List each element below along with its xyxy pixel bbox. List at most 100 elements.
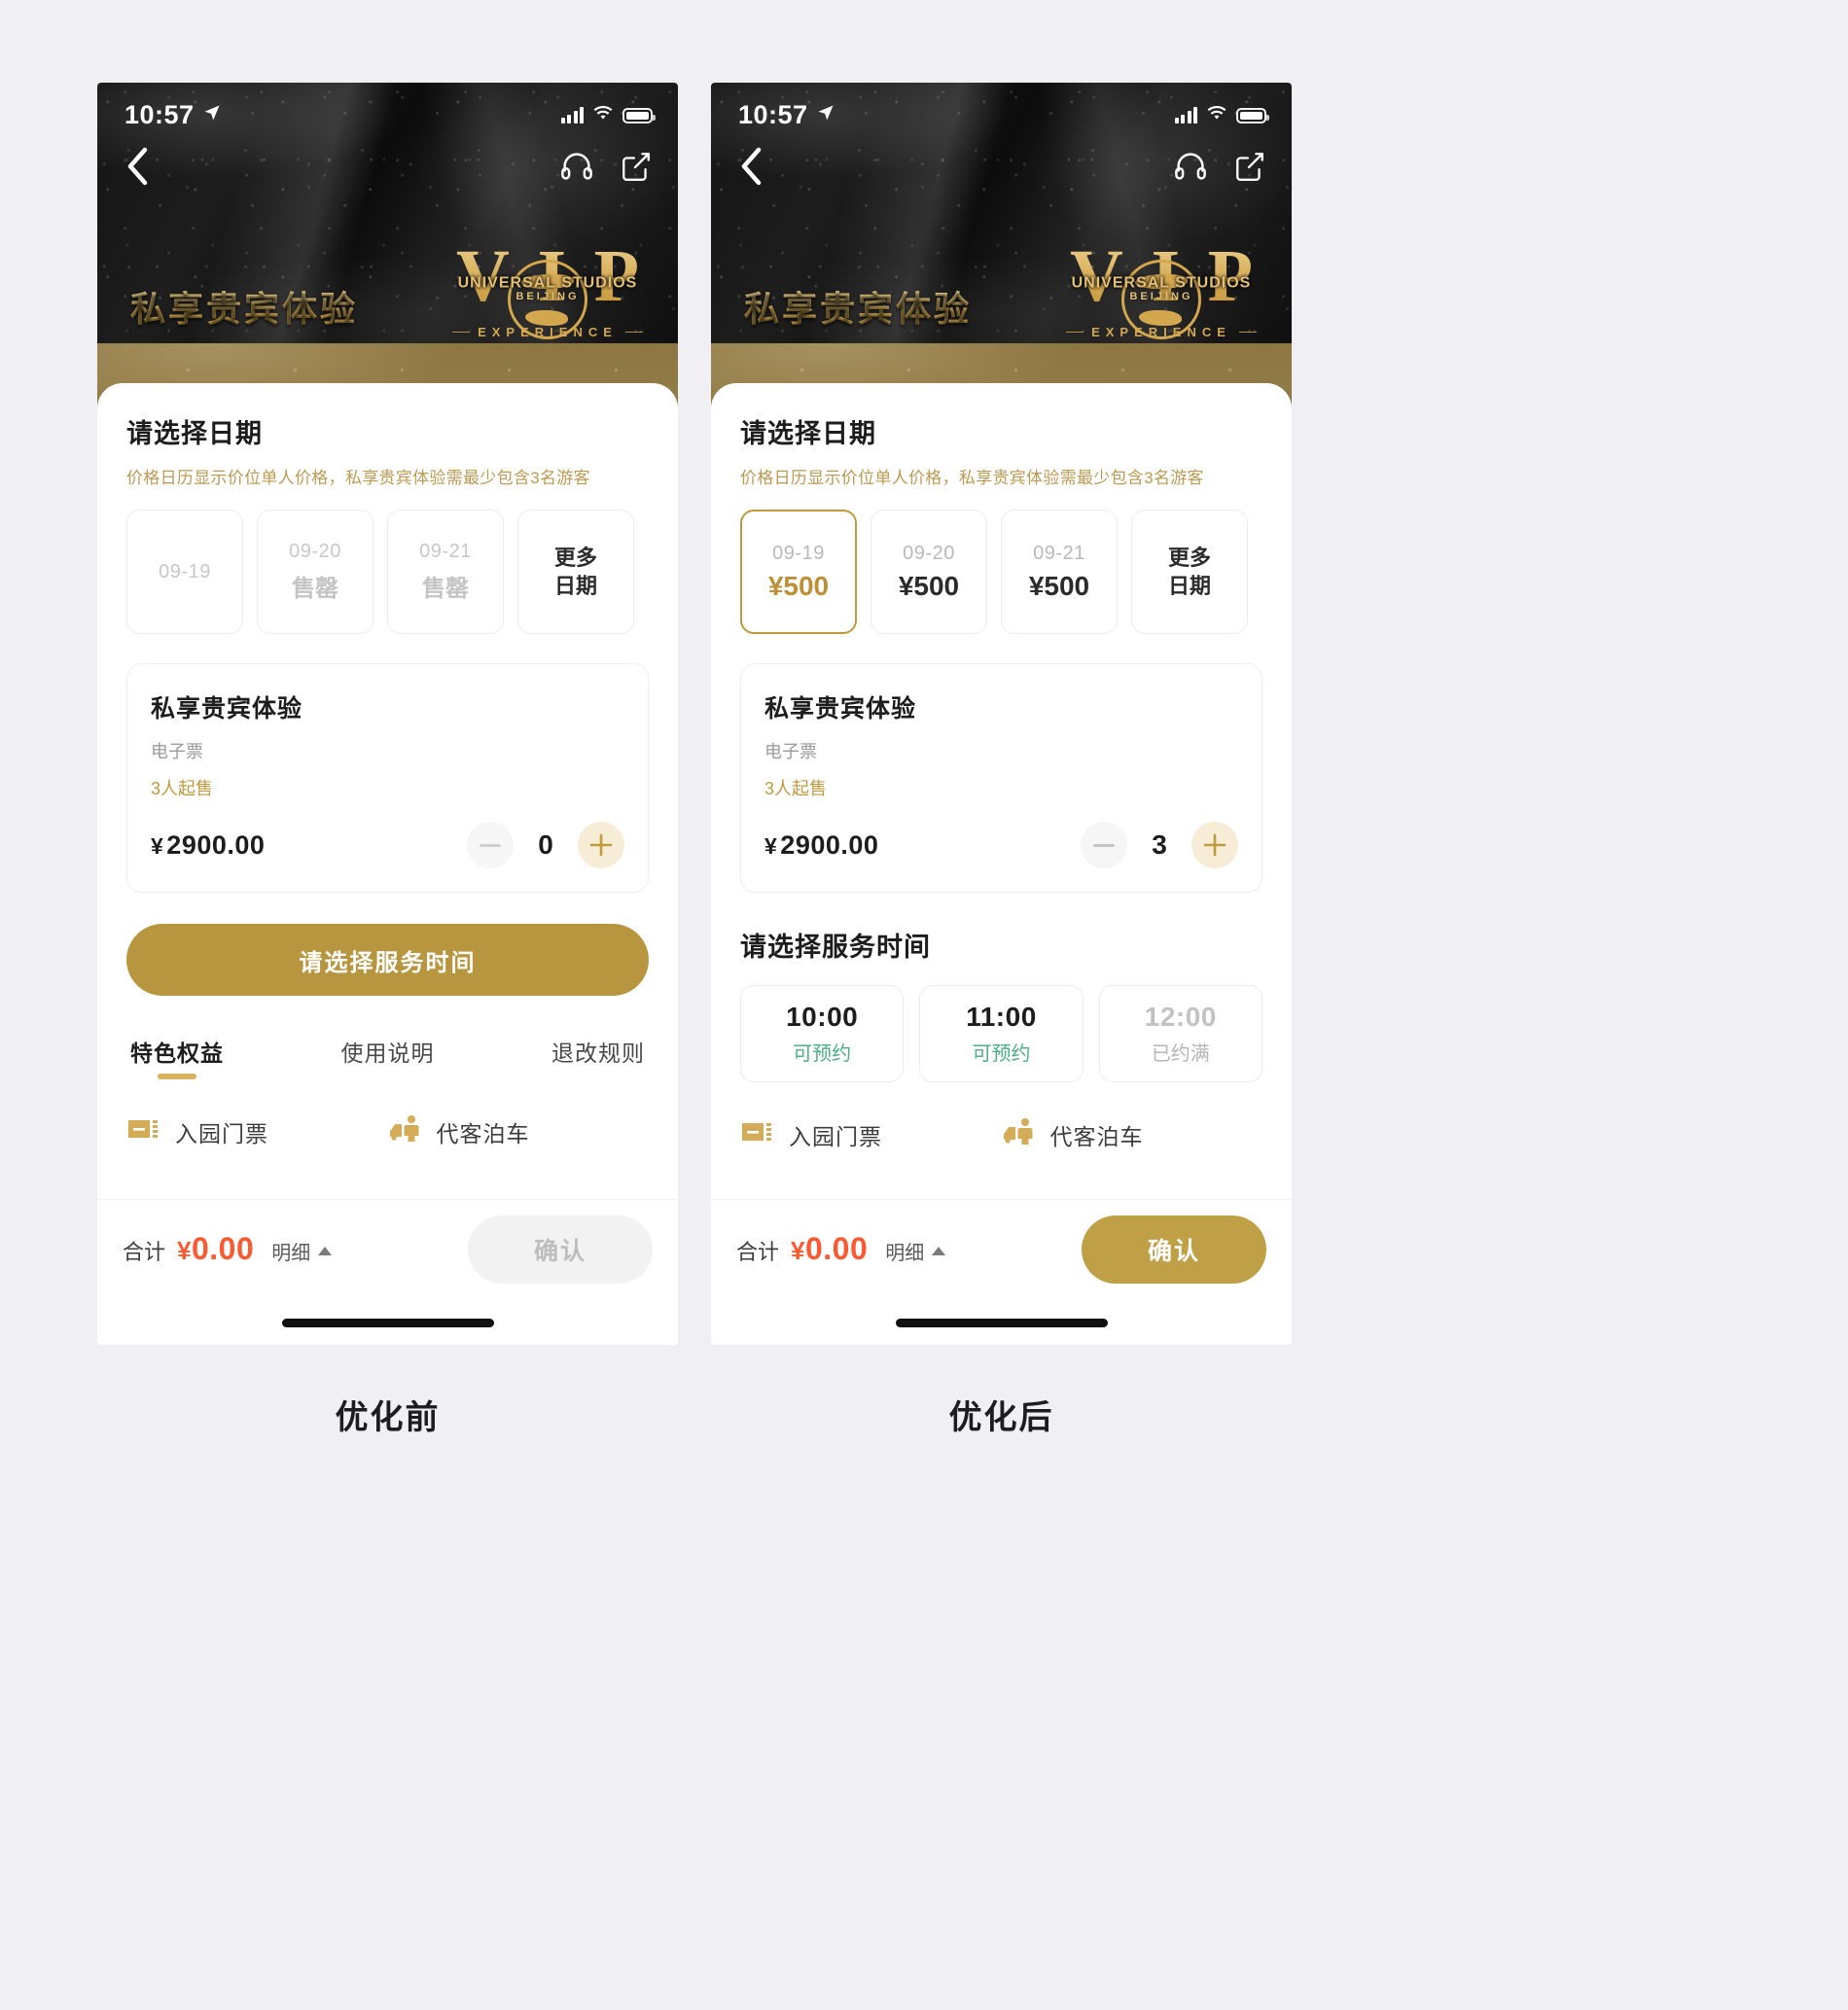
date-label: 09-19	[772, 542, 825, 564]
quantity-value: 3	[1152, 829, 1167, 860]
hero-body: 私享贵宾体验 V I P UNIVERSAL STUDIOS BEIJING E…	[97, 192, 678, 339]
more-dates-button[interactable]: 更多 日期	[517, 510, 634, 634]
battery-icon	[1236, 107, 1269, 123]
caption-after: 优化后	[948, 1399, 1054, 1436]
product-name: 私享贵宾体验	[764, 695, 917, 723]
date-status: 售罄	[292, 576, 338, 602]
date-label: 09-20	[289, 541, 341, 562]
chevron-left-icon[interactable]	[738, 146, 764, 192]
total-currency: ¥	[177, 1236, 192, 1265]
share-icon[interactable]	[1233, 150, 1266, 188]
benefit-label: 入园门票	[175, 1120, 268, 1146]
date-card[interactable]: 09-20 售罄	[257, 510, 373, 634]
home-indicator	[281, 1319, 494, 1327]
more-dates-button[interactable]: 更多 日期	[1131, 510, 1248, 634]
confirm-button[interactable]: 确认	[1082, 1215, 1266, 1284]
detail-label: 明细	[885, 1243, 925, 1264]
tab-benefits[interactable]: 特色权益	[130, 1035, 224, 1079]
info-tabs-before: 特色权益 使用说明 退改规则	[126, 1035, 649, 1079]
more-dates-label-1: 更多	[1167, 545, 1211, 570]
status-time: 10:57	[738, 100, 808, 129]
total-label: 合计	[736, 1240, 780, 1264]
headset-icon[interactable]	[559, 149, 594, 189]
date-label: 09-21	[419, 541, 472, 562]
total-amount: ¥0.00	[791, 1231, 868, 1267]
minus-icon[interactable]	[1081, 822, 1127, 868]
total-group: 合计 ¥0.00 明细	[736, 1231, 946, 1267]
date-card[interactable]: 09-20 ¥500	[871, 510, 987, 634]
caret-up-icon	[932, 1247, 946, 1255]
minus-icon[interactable]	[467, 822, 514, 868]
detail-toggle[interactable]: 明细	[885, 1237, 946, 1265]
benefit-item: 入园门票	[740, 1117, 1002, 1151]
product-price: ¥2900.00	[151, 830, 265, 861]
time-slot[interactable]: 10:00 可预约	[740, 985, 905, 1082]
slot-time: 12:00	[1144, 1002, 1217, 1032]
caret-up-icon	[318, 1247, 333, 1255]
vip-logo: V I P UNIVERSAL STUDIOS BEIJING EXPERIEN…	[1064, 232, 1259, 339]
content-sheet-after: 请选择日期 价格日历显示价位单人价格，私享贵宾体验需最少包含3名游客 09-19…	[711, 383, 1292, 1151]
phone-after: 10:57 私享贵宾体验 V I P UNIVERSAL STUDIOS BEI…	[711, 83, 1292, 1345]
ticket-icon	[126, 1116, 160, 1146]
benefits-list-before: 入园门票 代客泊车	[126, 1114, 649, 1148]
tab-refund-rules[interactable]: 退改规则	[551, 1035, 645, 1079]
date-card[interactable]: 09-19	[126, 510, 243, 634]
detail-label: 明细	[271, 1243, 311, 1264]
date-card[interactable]: 09-21 ¥500	[1001, 510, 1118, 634]
benefit-item: 入园门票	[126, 1114, 388, 1148]
valet-parking-icon	[388, 1114, 421, 1148]
slot-status: 可预约	[793, 1043, 852, 1065]
total-value: 0.00	[804, 1231, 869, 1266]
location-arrow-icon	[202, 103, 222, 127]
currency-symbol: ¥	[151, 832, 164, 859]
date-price: ¥500	[767, 570, 830, 601]
vip-tagline: EXPERIENCE	[450, 325, 645, 339]
battery-icon	[622, 107, 656, 123]
product-ticket-type: 电子票	[151, 742, 203, 761]
share-icon[interactable]	[620, 150, 653, 188]
vip-studio-name: UNIVERSAL STUDIOS	[1071, 274, 1252, 292]
cellular-signal-icon	[1174, 107, 1197, 123]
time-slot[interactable]: 11:00 可预约	[919, 985, 1084, 1082]
chevron-left-icon[interactable]	[124, 146, 150, 192]
hero-title: 私享贵宾体验	[130, 281, 358, 337]
location-arrow-icon	[816, 103, 835, 127]
date-card-selected[interactable]: 09-19 ¥500	[740, 510, 857, 634]
date-section-subtitle: 价格日历显示价位单人价格，私享贵宾体验需最少包含3名游客	[740, 469, 1204, 487]
currency-symbol: ¥	[764, 832, 778, 859]
vip-city-name: BEIJING	[1129, 291, 1193, 302]
product-min-note: 3人起售	[764, 779, 828, 798]
tab-instructions[interactable]: 使用说明	[341, 1035, 435, 1079]
ticket-icon	[740, 1119, 773, 1149]
headset-icon[interactable]	[1173, 149, 1208, 189]
plus-icon[interactable]	[1191, 822, 1238, 868]
benefit-label: 代客泊车	[436, 1120, 530, 1146]
confirm-button[interactable]: 确认	[468, 1215, 653, 1284]
select-service-time-button[interactable]: 请选择服务时间	[126, 924, 649, 996]
plus-icon[interactable]	[578, 822, 624, 868]
more-dates-label-2: 日期	[1167, 574, 1211, 598]
total-group: 合计 ¥0.00 明细	[123, 1231, 333, 1267]
product-price: ¥2900.00	[764, 830, 878, 861]
comparison-stage: 10:57 私享贵宾体验 V I P UNIVERSAL STUDIOS BEI…	[0, 0, 1848, 2010]
nav-bar	[97, 130, 678, 192]
content-sheet-before: 请选择日期 价格日历显示价位单人价格，私享贵宾体验需最少包含3名游客 09-19…	[97, 383, 678, 1148]
nav-bar	[711, 130, 1292, 192]
product-price-row: ¥2900.00 3	[764, 822, 1238, 868]
detail-toggle[interactable]: 明细	[271, 1237, 333, 1265]
quantity-stepper: 0	[467, 822, 624, 868]
wifi-icon	[592, 105, 614, 126]
date-card[interactable]: 09-21 售罄	[387, 510, 504, 634]
benefit-label: 代客泊车	[1049, 1123, 1144, 1149]
total-currency: ¥	[791, 1236, 805, 1265]
product-card: 私享贵宾体验 电子票 3人起售 ¥2900.00 3	[740, 663, 1262, 893]
product-ticket-type: 电子票	[764, 742, 817, 761]
more-dates-label-1: 更多	[553, 545, 597, 570]
caption-before: 优化前	[335, 1399, 441, 1436]
date-section-title: 请选择日期	[126, 419, 263, 448]
benefit-item: 代客泊车	[388, 1114, 650, 1148]
total-value: 0.00	[191, 1231, 255, 1266]
product-name: 私享贵宾体验	[151, 695, 303, 723]
price-value: 2900.00	[780, 829, 879, 860]
slot-status: 可预约	[972, 1043, 1031, 1065]
